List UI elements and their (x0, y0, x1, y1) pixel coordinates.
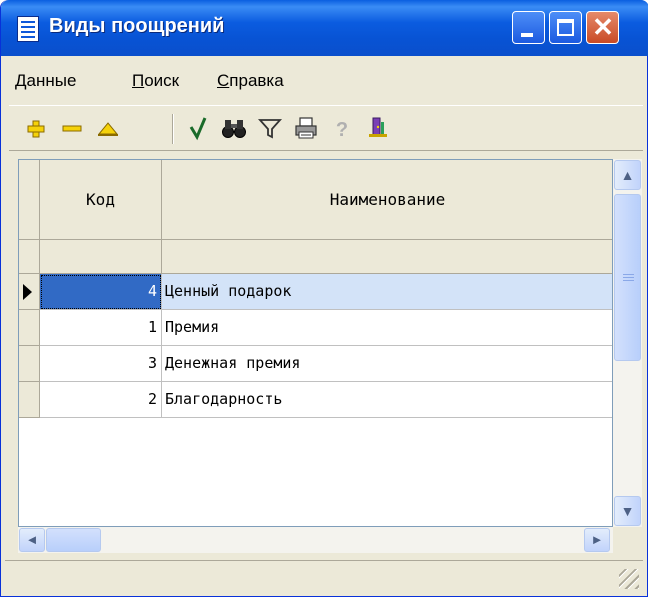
edit-icon[interactable] (95, 114, 121, 142)
help-icon[interactable]: ? (329, 114, 355, 142)
list-document-icon (17, 16, 39, 42)
menu-help[interactable]: Справка (217, 71, 284, 91)
cell-name[interactable]: Денежная премия (162, 346, 612, 382)
close-button[interactable]: ✕ (586, 11, 619, 44)
maximize-button[interactable] (549, 11, 582, 44)
toolbar-separator (172, 114, 173, 144)
cell-code[interactable]: 1 (40, 310, 162, 346)
row-indicator[interactable] (19, 382, 40, 418)
window-title: Виды поощрений (49, 15, 225, 37)
delete-icon[interactable] (59, 114, 85, 142)
exit-door-icon[interactable] (365, 114, 391, 142)
vertical-scroll-thumb[interactable] (614, 194, 641, 361)
chevron-down-icon: ▼ (620, 503, 635, 519)
scroll-right-button[interactable]: ► (584, 528, 610, 552)
resize-grip-icon[interactable] (619, 569, 639, 589)
menu-search[interactable]: Поиск (132, 71, 179, 91)
cell-code[interactable]: 2 (40, 382, 162, 418)
cell-name[interactable]: Премия (162, 310, 612, 346)
column-header-name[interactable]: Наименование (162, 160, 612, 240)
row-indicator[interactable] (19, 274, 40, 310)
menu-help-label: правка (229, 71, 284, 90)
table-row[interactable]: 1 Премия (40, 310, 612, 346)
filter-code-cell[interactable] (40, 240, 162, 274)
svg-text:?: ? (336, 119, 348, 141)
filter-indicator-cell (19, 240, 40, 274)
chevron-left-icon: ◄ (25, 532, 39, 547)
current-row-arrow-icon (23, 284, 32, 300)
maximize-icon (557, 19, 574, 36)
filter-name-cell[interactable] (162, 240, 612, 274)
print-icon[interactable] (293, 114, 319, 142)
menu-data[interactable]: Данные (15, 71, 76, 91)
scrollbar-corner (613, 527, 642, 553)
cell-code[interactable]: 3 (40, 346, 162, 382)
menu-search-label: оиск (144, 71, 180, 90)
table-row[interactable]: 3 Денежная премия (40, 346, 612, 382)
chevron-right-icon: ► (590, 532, 604, 547)
chevron-up-icon: ▲ (620, 167, 635, 183)
status-bar (5, 560, 643, 592)
row-indicator[interactable] (19, 346, 40, 382)
title-bar[interactable]: Виды поощрений ✕ (1, 0, 648, 56)
horizontal-scroll-thumb[interactable] (46, 528, 101, 552)
row-indicator[interactable] (19, 310, 40, 346)
cell-name[interactable]: Ценный подарок (162, 274, 612, 310)
menu-bar: Данные Поиск Справка (5, 63, 643, 99)
data-grid: Код Наименование 4 Ценный подарок 1 Прем… (18, 159, 613, 527)
menu-search-accel: П (132, 71, 145, 90)
filter-funnel-icon[interactable] (257, 114, 283, 142)
menu-data-accel: Д (15, 71, 27, 90)
scroll-left-button[interactable]: ◄ (19, 528, 45, 552)
table-row[interactable]: 2 Благодарность (40, 382, 612, 418)
cell-code[interactable]: 4 (40, 274, 162, 310)
scroll-down-button[interactable]: ▼ (614, 496, 641, 526)
vertical-scrollbar[interactable]: ▲ ▼ (613, 159, 642, 527)
header-indicator-cell (19, 160, 40, 240)
horizontal-scrollbar[interactable]: ◄ ► (18, 527, 613, 553)
minimize-button[interactable] (512, 11, 545, 44)
apply-checkmark-icon[interactable] (185, 114, 211, 142)
table-row[interactable]: 4 Ценный подарок (40, 274, 612, 310)
minimize-icon (521, 33, 533, 37)
add-icon[interactable] (23, 114, 49, 142)
app-window: Виды поощрений ✕ Данные Поиск Справка ? … (0, 0, 648, 597)
scroll-up-button[interactable]: ▲ (614, 160, 641, 190)
cell-name[interactable]: Благодарность (162, 382, 612, 418)
toolbar: ? (9, 105, 643, 151)
menu-data-label: анные (26, 71, 77, 90)
column-header-code[interactable]: Код (40, 160, 162, 240)
close-icon: ✕ (592, 12, 614, 42)
menu-help-accel: С (217, 71, 230, 90)
find-binoculars-icon[interactable] (221, 114, 247, 142)
